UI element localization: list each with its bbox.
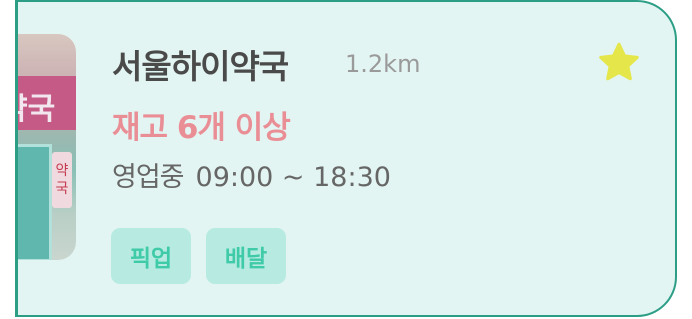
storefront-sign: 약국: [18, 76, 76, 130]
pharmacy-thumbnail: 약국 약국: [18, 34, 76, 260]
business-hours: 09:00 ~ 18:30: [195, 162, 391, 193]
storefront-door: [18, 144, 52, 260]
business-status: 영업중: [112, 162, 185, 193]
business-hours-row: 영업중 09:00 ~ 18:30: [112, 155, 391, 194]
delivery-tag: 배달: [206, 228, 286, 284]
pharmacy-card[interactable]: 약국 약국 서울하이약국 1.2km 재고 6개 이상 영업중 09:00 ~ 1…: [15, 0, 677, 317]
stock-status: 재고 6개 이상: [112, 110, 291, 146]
pharmacy-distance: 1.2km: [345, 50, 421, 78]
storefront-vertical-sign: 약국: [52, 152, 72, 208]
star-icon[interactable]: [596, 40, 642, 86]
pharmacy-name: 서울하이약국: [112, 47, 289, 86]
pickup-tag: 픽업: [111, 228, 191, 284]
